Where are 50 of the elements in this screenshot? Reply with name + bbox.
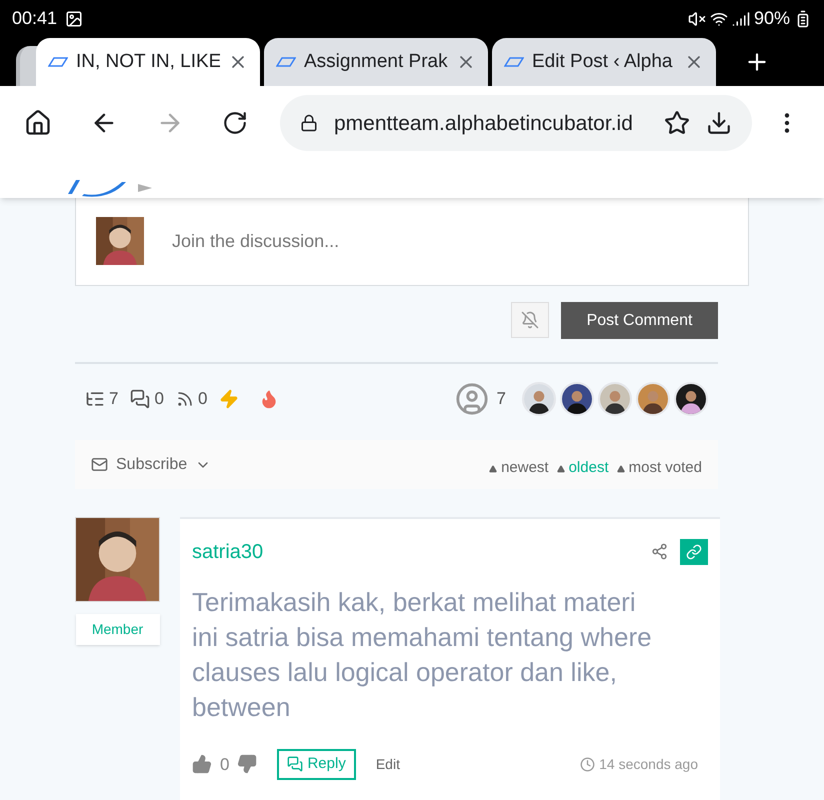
clock-time: 00:41 bbox=[12, 7, 58, 30]
rss-icon bbox=[176, 390, 194, 408]
download-icon[interactable] bbox=[706, 110, 732, 136]
lock-icon bbox=[300, 114, 318, 132]
comment-box[interactable]: Join the discussion... bbox=[75, 198, 749, 286]
role-badge: Member bbox=[76, 614, 160, 645]
notify-toggle[interactable] bbox=[511, 302, 549, 338]
edit-link[interactable]: Edit bbox=[376, 754, 400, 775]
image-icon bbox=[65, 10, 84, 28]
star-icon[interactable] bbox=[664, 110, 690, 136]
reload-icon[interactable] bbox=[222, 110, 248, 136]
sort-link[interactable]: most voted bbox=[628, 457, 702, 480]
follower-count: 0 bbox=[198, 388, 208, 410]
sort-icon bbox=[616, 464, 625, 472]
bell-off-icon bbox=[521, 311, 539, 330]
link-button[interactable] bbox=[680, 538, 708, 565]
comment-field[interactable]: Join the discussion... bbox=[172, 228, 728, 255]
browser-tab[interactable]: Assignment Prak bbox=[264, 38, 488, 86]
thumbs-down-icon[interactable] bbox=[237, 754, 258, 774]
link-icon bbox=[686, 544, 702, 560]
share-icon[interactable] bbox=[651, 543, 668, 560]
post-comment-button[interactable]: Post Comment bbox=[561, 302, 718, 340]
site-logo-icon bbox=[276, 57, 296, 68]
replies-icon bbox=[130, 389, 150, 410]
reply-count: 0 bbox=[154, 388, 164, 410]
participant-count: 7 bbox=[496, 388, 506, 410]
tab-title: Assignment Prak bbox=[304, 50, 448, 74]
vote-count: 0 bbox=[220, 754, 230, 776]
sort-icon bbox=[556, 464, 565, 472]
site-logo-icon bbox=[504, 57, 524, 68]
clock-icon bbox=[580, 756, 596, 772]
thread-count: 7 bbox=[109, 388, 118, 410]
address-bar[interactable]: pmentteam.alphabetincubator.id bbox=[280, 95, 752, 152]
replies-icon bbox=[287, 756, 304, 772]
user-icon bbox=[454, 382, 489, 416]
mute-icon bbox=[688, 10, 706, 28]
mail-icon bbox=[91, 456, 108, 473]
thumbs-up-icon[interactable] bbox=[192, 754, 212, 774]
home-icon[interactable] bbox=[24, 109, 52, 138]
comment-time: 14 seconds ago bbox=[599, 754, 698, 774]
battery-level: 90% bbox=[754, 7, 790, 30]
comment-text: Terimakasih kak, berkat melihat materi ini satria bisa memahami tentang where clauses lalu logical operator dan like, between bbox=[192, 586, 653, 724]
site-logo-icon bbox=[48, 57, 68, 68]
sort-link[interactable]: newest bbox=[501, 457, 549, 480]
browser-tab[interactable]: Edit Post ‹ Alpha bbox=[492, 38, 716, 86]
signal-icon bbox=[732, 10, 750, 28]
tab-title: Edit Post ‹ Alpha bbox=[532, 50, 674, 74]
sort-icon bbox=[489, 464, 498, 472]
subscribe-button[interactable]: Subscribe bbox=[91, 452, 212, 476]
url-text: pmentteam.alphabetincubator.id bbox=[334, 110, 634, 137]
